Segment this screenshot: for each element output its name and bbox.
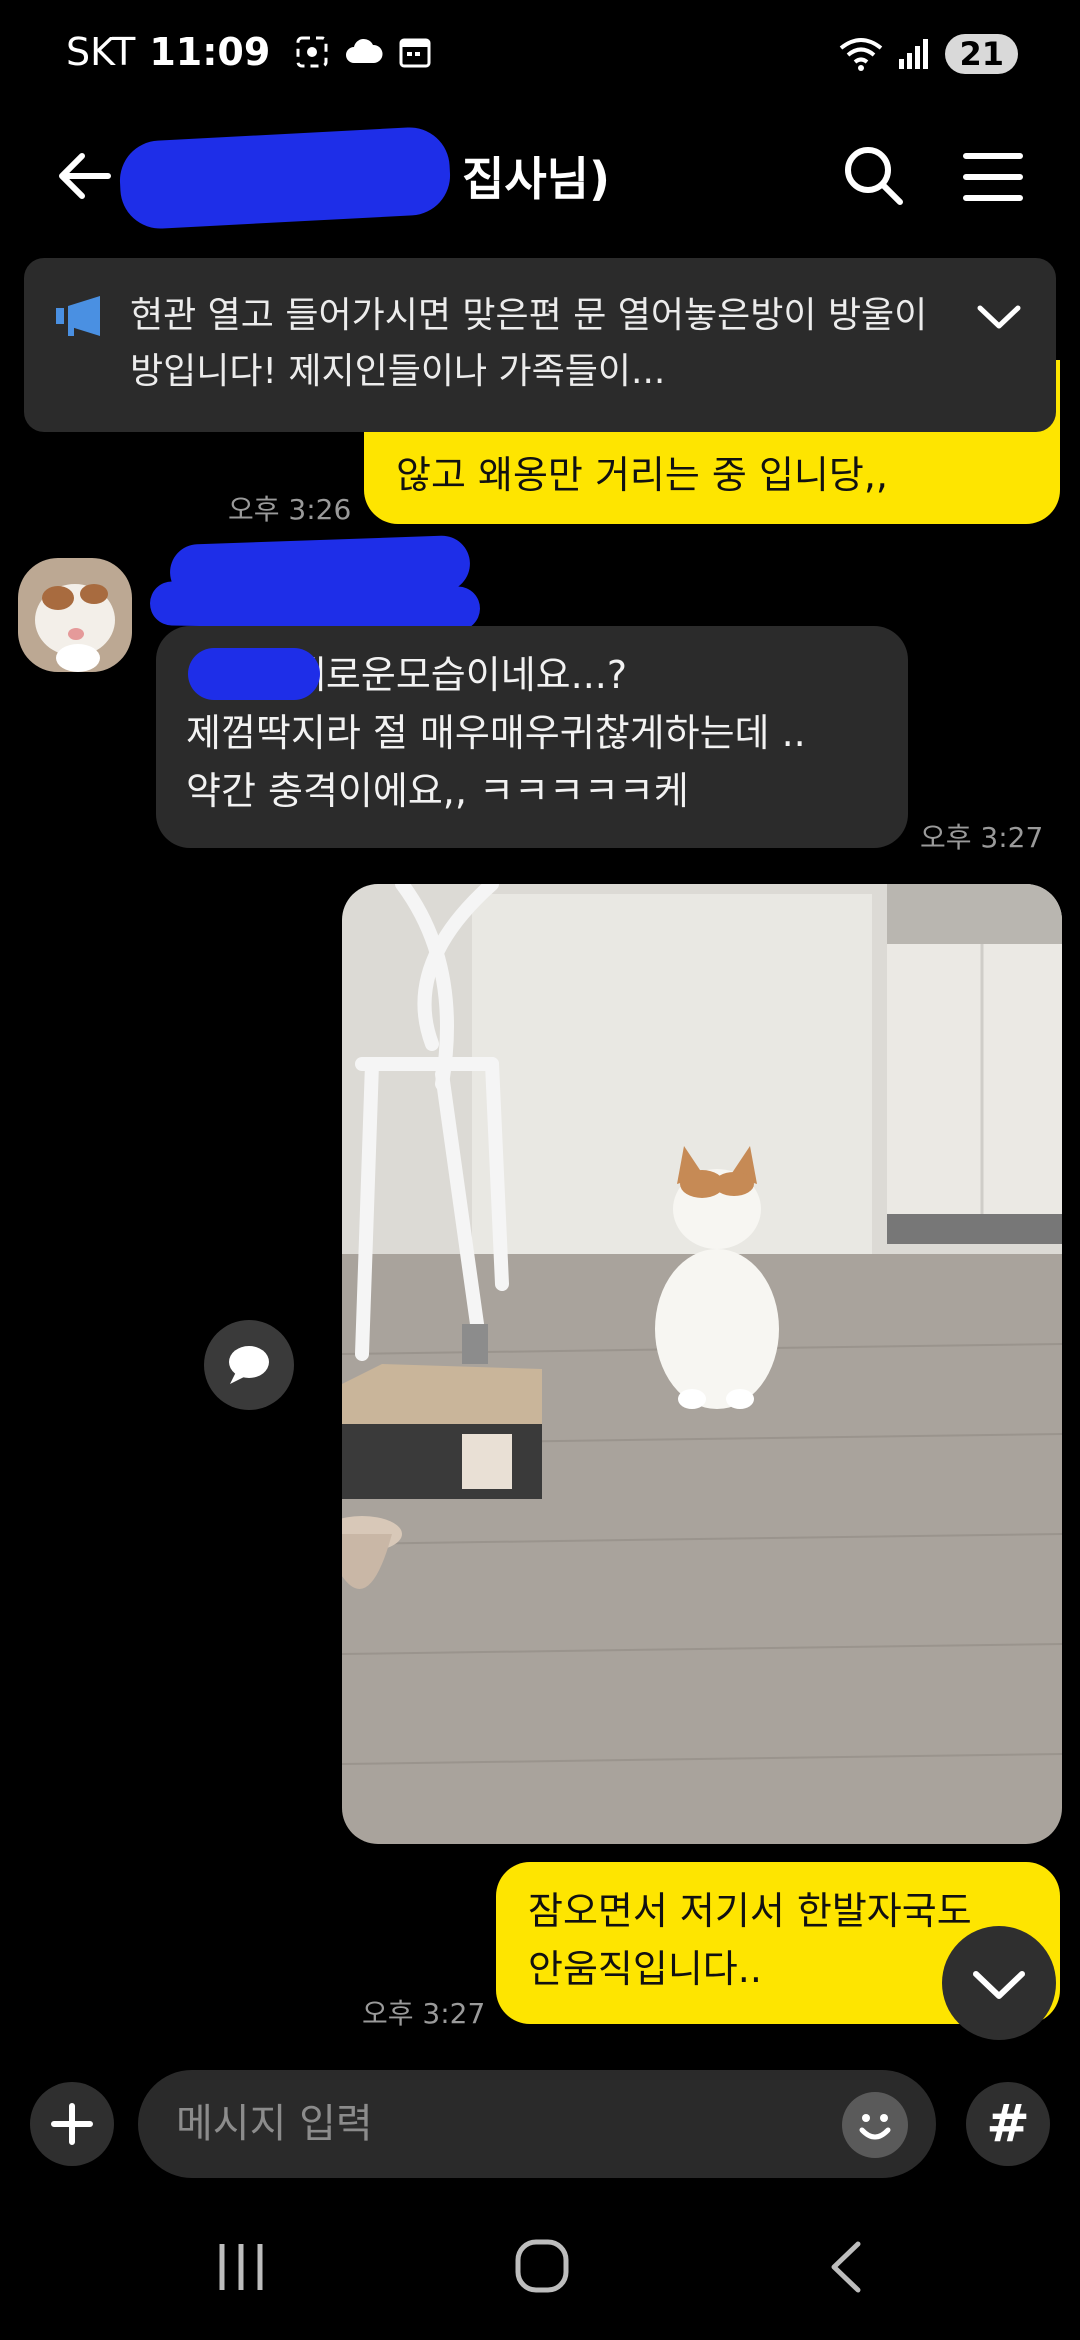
recent-apps-icon[interactable] <box>214 2240 268 2294</box>
screenshot-icon <box>296 36 328 68</box>
plus-icon <box>51 2103 93 2145</box>
smiley-icon <box>859 2114 891 2140</box>
emoji-button[interactable] <box>842 2092 908 2158</box>
redaction-mark <box>188 648 320 700</box>
scroll-to-bottom-button[interactable] <box>942 1926 1056 2040</box>
hashtag-button[interactable]: # <box>966 2082 1050 2166</box>
chevron-down-icon <box>973 1971 1025 1999</box>
back-arrow-icon[interactable] <box>52 144 116 208</box>
signal-icon <box>899 39 929 69</box>
message-timestamp: 오후 3:27 <box>920 821 1044 854</box>
redaction-mark <box>117 125 453 231</box>
menu-icon[interactable] <box>960 144 1026 210</box>
clock: 11:09 <box>149 30 271 74</box>
avatar[interactable] <box>18 558 132 672</box>
chevron-down-icon[interactable] <box>976 302 1022 332</box>
message-text: 않고 왜옹만 거리는 중 입니당,, <box>396 453 888 497</box>
cloud-icon <box>346 38 383 63</box>
battery-indicator: 21 <box>945 34 1018 74</box>
speech-bubble-icon <box>229 1346 269 1384</box>
home-icon[interactable] <box>514 2238 570 2294</box>
status-bar: SKT 11:09 21 <box>0 0 1080 110</box>
calendar-icon <box>399 38 431 68</box>
message-input-container <box>138 2070 936 2178</box>
carrier-label: SKT <box>66 30 136 74</box>
share-button[interactable] <box>204 1320 294 1410</box>
message-input[interactable] <box>176 2070 816 2178</box>
pinned-notice[interactable]: 현관 열고 들어가시면 맞은편 문 열어놓은방이 방울이방입니다! 제지인들이나… <box>24 258 1056 432</box>
megaphone-icon <box>56 296 100 336</box>
back-nav-icon[interactable] <box>826 2240 866 2294</box>
attach-button[interactable] <box>30 2082 114 2166</box>
redaction-mark <box>149 581 481 631</box>
search-icon[interactable] <box>840 142 906 208</box>
chat-header: 집사님) <box>0 120 1080 231</box>
message-timestamp: 오후 3:27 <box>362 1997 486 2030</box>
photo-message[interactable] <box>342 884 1062 1844</box>
wifi-icon <box>840 38 883 71</box>
message-text: 약간 충격이에요,, ㅋㅋㅋㅋㅋ케 <box>186 769 689 813</box>
system-nav-bar <box>0 2200 1080 2340</box>
message-timestamp: 오후 3:26 <box>228 493 352 526</box>
message-text: 제껌딱지라 절 매우매우귀찮게하는데 .. <box>186 711 806 755</box>
notice-text: 현관 열고 들어가시면 맞은편 문 열어놓은방이 방울이방입니다! 제지인들이나… <box>130 295 928 392</box>
